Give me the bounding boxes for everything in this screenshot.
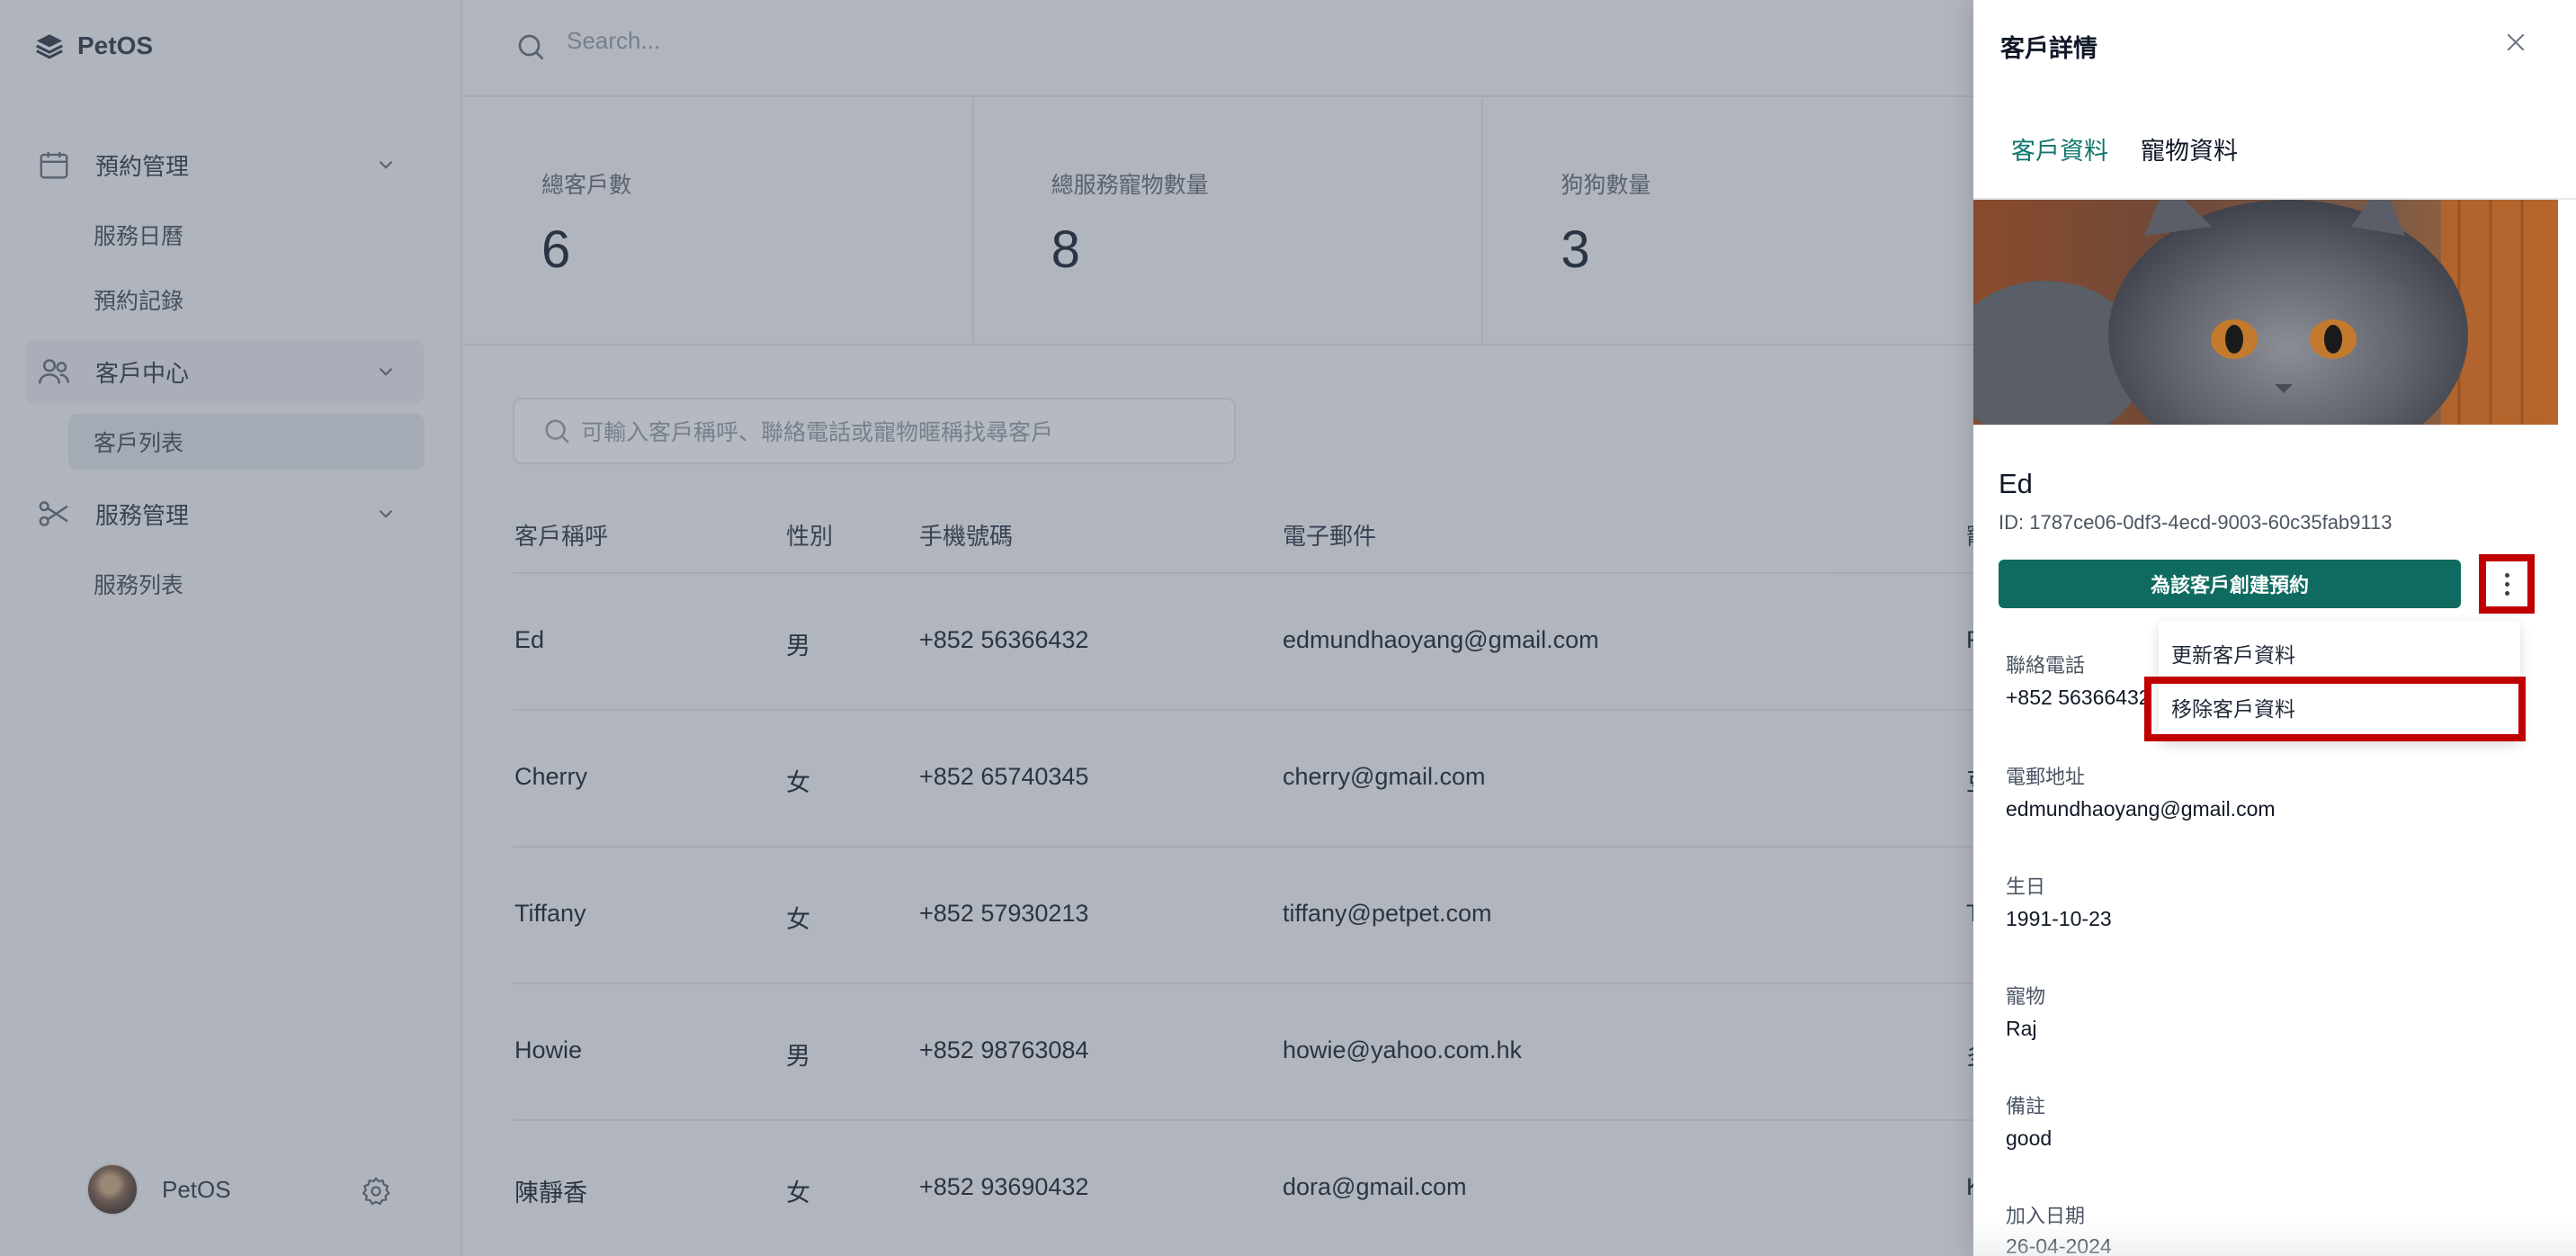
drawer-title: 客戶詳情	[2000, 35, 2097, 62]
modal-backdrop[interactable]	[0, 0, 1973, 1256]
customer-name: Ed	[1999, 468, 2033, 499]
customer-detail-drawer: 客戶詳情 客戶資料 寵物資料 Ed ID: 1787ce06-0df3-4ecd…	[1973, 0, 2576, 1256]
more-vertical-icon	[2504, 572, 2509, 596]
field-value-email: edmundhaoyang@gmail.com	[2006, 797, 2276, 821]
field-label-email: 電郵地址	[2006, 766, 2086, 788]
menu-item-update-customer[interactable]: 更新客戶資料	[2159, 628, 2520, 678]
menu-item-remove-customer[interactable]: 移除客戶資料	[2159, 682, 2520, 732]
field-label-birthday: 生日	[2006, 875, 2046, 898]
tab-pet-info[interactable]: 寵物資料	[2141, 131, 2238, 206]
tab-customer-info[interactable]: 客戶資料	[2011, 131, 2108, 210]
customer-id: ID: 1787ce06-0df3-4ecd-9003-60c35fab9113	[1999, 511, 2393, 534]
field-value-phone: +852 56366432	[2006, 686, 2151, 709]
scroll-fade	[1973, 1220, 2576, 1256]
field-label-phone: 聯絡電話	[2006, 654, 2086, 677]
create-appointment-button[interactable]: 為該客戶創建預約	[1999, 560, 2461, 608]
close-icon[interactable]	[2502, 29, 2529, 56]
more-actions-menu: 更新客戶資料 移除客戶資料	[2159, 621, 2520, 741]
field-value-birthday: 1991-10-23	[2006, 907, 2112, 930]
field-value-notes: good	[2006, 1126, 2053, 1150]
field-label-pets: 寵物	[2006, 985, 2046, 1008]
field-value-pets: Raj	[2006, 1017, 2037, 1040]
more-actions-button[interactable]	[2479, 554, 2535, 614]
field-label-notes: 備註	[2006, 1095, 2046, 1117]
pet-photo	[1973, 200, 2558, 425]
drawer-tabs: 客戶資料 寵物資料	[1973, 117, 2576, 210]
